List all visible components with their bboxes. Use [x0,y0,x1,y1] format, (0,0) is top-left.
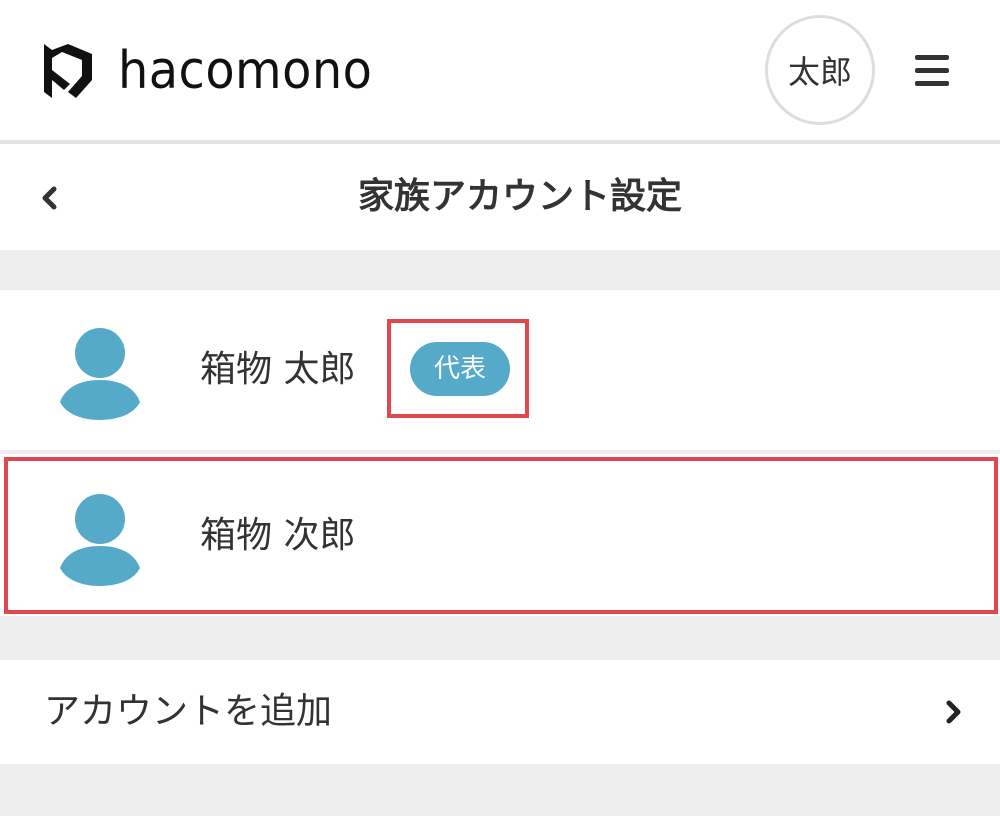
member-row-jiro[interactable]: 箱物 次郎 [0,454,1000,616]
member-row-taro[interactable]: 箱物 太郎 代表 [0,290,1000,450]
page-title: 家族アカウント設定 [357,176,682,217]
chevron-right-icon [946,700,961,724]
chevron-left-icon[interactable] [28,176,72,220]
hamburger-menu-icon[interactable] [912,50,952,90]
add-account-label: アカウントを追加 [44,691,333,732]
hacomono-logo-icon [44,44,92,98]
avatar-initials: 太郎 [787,53,852,91]
representative-badge: 代表 [410,342,510,396]
person-icon [60,494,140,586]
app-header: hacomono 太郎 [0,0,1000,140]
page-title-bar: 家族アカウント設定 [0,144,1000,250]
person-icon [60,328,140,420]
logo[interactable]: hacomono [40,40,394,102]
member-name: 箱物 次郎 [200,515,356,556]
user-avatar-button[interactable]: 太郎 [765,15,875,125]
member-name: 箱物 太郎 [200,349,356,390]
add-account-row[interactable]: アカウントを追加 [0,660,1000,764]
logo-text: hacomono [118,41,373,101]
